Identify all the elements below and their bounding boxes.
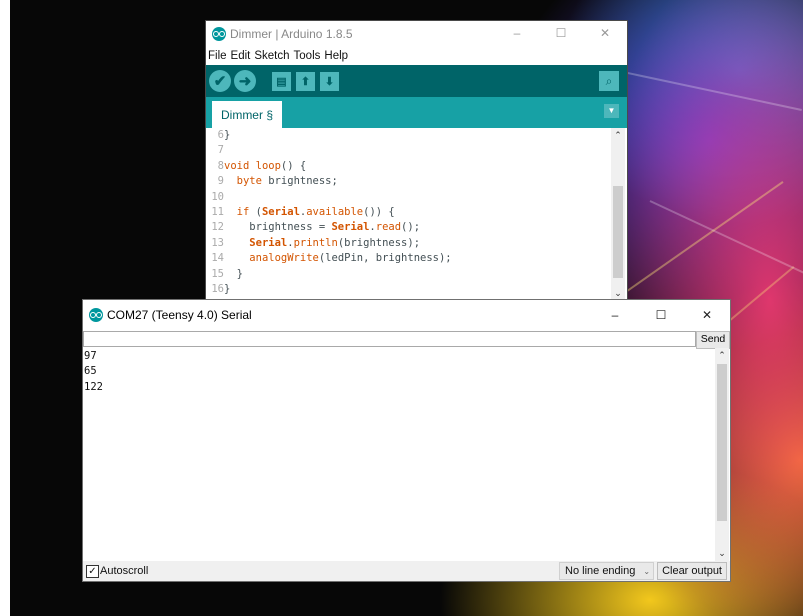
serial-monitor-window: COM27 (Teensy 4.0) Serial – ☐ ✕ Send 97 …	[83, 300, 730, 581]
ide-title: Dimmer | Arduino 1.8.5	[230, 26, 353, 41]
serial-close-button[interactable]: ✕	[684, 300, 730, 330]
ide-toolbar: ✔ ➜ ▤ ⬆ ⬇ ⌕	[206, 65, 627, 97]
code-editor[interactable]: 6} 7 8void loop() { 9 byte brightness; 1…	[206, 128, 627, 301]
serial-titlebar[interactable]: COM27 (Teensy 4.0) Serial – ☐ ✕	[83, 300, 730, 330]
open-button[interactable]: ⬆	[296, 71, 315, 91]
tab-menu-button[interactable]: ▼	[604, 104, 619, 118]
arrow-right-icon: ➜	[238, 73, 252, 90]
menu-edit[interactable]: Edit	[231, 50, 251, 62]
arduino-ide-window: Dimmer | Arduino 1.8.5 – ☐ ✕ File Edit S…	[206, 21, 627, 301]
output-line: 122	[84, 380, 103, 393]
check-icon: ✓	[88, 565, 97, 577]
menu-help[interactable]: Help	[324, 50, 348, 62]
chevron-down-icon: ⌄	[643, 566, 651, 576]
tab-bar: Dimmer § ▼	[206, 97, 627, 128]
arrow-down-icon: ⬇	[324, 75, 335, 88]
ide-maximize-button[interactable]: ☐	[539, 21, 583, 46]
new-button[interactable]: ▤	[272, 71, 291, 91]
serial-monitor-button[interactable]: ⌕	[599, 71, 619, 91]
editor-scrollbar[interactable]: ⌃ ⌄	[611, 128, 625, 301]
autoscroll-label[interactable]: Autoscroll	[100, 565, 148, 577]
output-scroll-thumb[interactable]	[717, 364, 727, 521]
code-line: 6}	[217, 129, 231, 141]
output-line: 97	[84, 350, 97, 362]
code-line: 15 }	[211, 267, 243, 280]
arduino-logo-icon	[212, 26, 226, 41]
output-scrollbar[interactable]: ⌃ ⌄	[715, 348, 729, 561]
code-line: 16}	[211, 282, 231, 295]
chevron-down-icon[interactable]: ⌄	[715, 548, 729, 559]
code-line: 13 Serial.println(brightness);	[211, 236, 421, 249]
ide-minimize-button[interactable]: –	[495, 21, 539, 46]
magnifier-icon: ⌕	[605, 73, 613, 88]
code-line: 14 analogWrite(ledPin, brightness);	[211, 252, 452, 265]
code-line: 12 brightness = Serial.read();	[211, 221, 421, 234]
arduino-logo-icon	[89, 308, 103, 322]
new-file-icon: ▤	[276, 75, 287, 88]
code-line: 7	[217, 144, 224, 157]
serial-maximize-button[interactable]: ☐	[638, 300, 684, 330]
check-icon: ✔	[213, 73, 227, 90]
chevron-down-icon[interactable]: ⌄	[611, 288, 625, 299]
serial-output[interactable]: 97 65 122	[84, 349, 714, 561]
send-row: Send	[83, 331, 730, 349]
code-line: 10	[211, 190, 224, 203]
serial-window-controls: – ☐ ✕	[592, 300, 730, 330]
chevron-up-icon[interactable]: ⌃	[715, 350, 729, 361]
code-line: 9 byte brightness;	[217, 175, 338, 188]
code-line: 8void loop() {	[217, 159, 307, 172]
line-ending-value: No line ending	[565, 565, 636, 577]
output-line: 65	[84, 365, 97, 378]
ide-titlebar[interactable]: Dimmer | Arduino 1.8.5 – ☐ ✕	[206, 21, 627, 46]
save-button[interactable]: ⬇	[320, 71, 339, 91]
ide-close-button[interactable]: ✕	[583, 21, 627, 46]
verify-button[interactable]: ✔	[209, 70, 231, 92]
clear-output-button[interactable]: Clear output	[657, 562, 727, 580]
editor-scroll-thumb[interactable]	[613, 186, 623, 278]
serial-minimize-button[interactable]: –	[592, 300, 638, 330]
code-text[interactable]: 6} 7 8void loop() { 9 byte brightness; 1…	[206, 128, 452, 297]
serial-input[interactable]	[83, 331, 696, 347]
upload-button[interactable]: ➜	[234, 70, 256, 92]
serial-title: COM27 (Teensy 4.0) Serial	[107, 308, 252, 322]
menu-sketch[interactable]: Sketch	[254, 50, 289, 62]
autoscroll-checkbox[interactable]: ✓	[86, 564, 99, 578]
chevron-up-icon[interactable]: ⌃	[611, 130, 625, 141]
serial-statusbar: ✓ Autoscroll No line ending ⌄ Clear outp…	[83, 561, 730, 581]
menu-bar: File Edit Sketch Tools Help	[206, 46, 627, 65]
chevron-down-icon: ▼	[607, 106, 616, 115]
arrow-up-icon: ⬆	[300, 75, 311, 88]
menu-file[interactable]: File	[208, 50, 227, 62]
tab-dimmer[interactable]: Dimmer §	[212, 101, 282, 128]
ide-window-controls: – ☐ ✕	[495, 21, 627, 46]
send-button[interactable]: Send	[696, 331, 730, 349]
line-ending-select[interactable]: No line ending ⌄	[559, 562, 655, 580]
menu-tools[interactable]: Tools	[294, 50, 321, 62]
code-line: 11 if (Serial.available()) {	[211, 205, 395, 218]
